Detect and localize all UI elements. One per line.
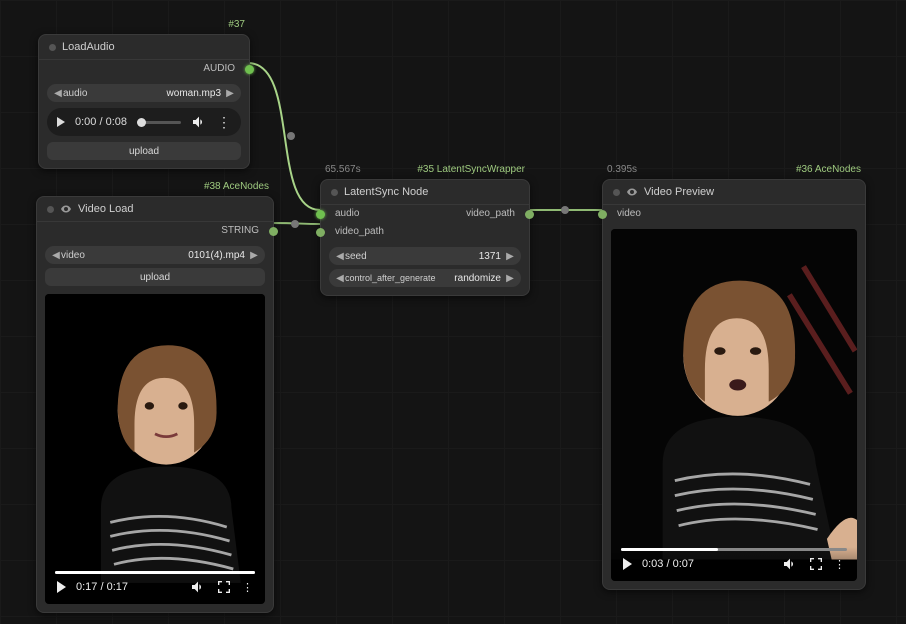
chevron-left-icon[interactable]: ◀ bbox=[51, 250, 61, 261]
audio-scrubber[interactable] bbox=[137, 121, 181, 124]
node-video-preview[interactable]: #36 AceNodes 0.395s Video Preview video bbox=[602, 179, 866, 590]
video-preview-source[interactable]: 0:17 / 0:17 ⋮ bbox=[45, 294, 265, 604]
node-id-tag: #37 bbox=[228, 19, 245, 30]
output-port-audio[interactable] bbox=[245, 65, 254, 74]
play-icon[interactable] bbox=[57, 581, 66, 593]
node-id-tag: #36 AceNodes bbox=[796, 164, 861, 175]
play-icon[interactable] bbox=[57, 117, 65, 127]
video-file-widget[interactable]: ◀ video 0101(4).mp4 ▶ bbox=[45, 246, 265, 264]
collapse-dot-icon[interactable] bbox=[47, 206, 54, 213]
chevron-right-icon[interactable]: ▶ bbox=[249, 250, 259, 261]
node-title: LatentSync Node bbox=[344, 186, 428, 198]
chevron-left-icon[interactable]: ◀ bbox=[335, 273, 345, 284]
node-video-load[interactable]: #38 AceNodes Video Load STRING ◀ video 0… bbox=[36, 196, 274, 613]
kebab-menu-icon[interactable]: ⋮ bbox=[217, 114, 231, 131]
chevron-right-icon[interactable]: ▶ bbox=[505, 251, 515, 262]
audio-player[interactable]: 0:00 / 0:08 ⋮ bbox=[47, 108, 241, 136]
input-label: video_path bbox=[335, 226, 384, 237]
play-icon[interactable] bbox=[623, 558, 632, 570]
input-label: video bbox=[617, 208, 641, 219]
chevron-right-icon[interactable]: ▶ bbox=[505, 273, 515, 284]
node-load-audio[interactable]: #37 LoadAudio AUDIO ◀ audio woman.mp3 ▶ … bbox=[38, 34, 250, 169]
node-latent-sync[interactable]: #35 LatentSyncWrapper 65.567s LatentSync… bbox=[320, 179, 530, 296]
node-title-bar[interactable]: LoadAudio bbox=[39, 35, 249, 60]
output-label: AUDIO bbox=[203, 63, 235, 74]
seed-widget[interactable]: ◀ seed 1371 ▶ bbox=[329, 247, 521, 265]
video-controls[interactable]: 0:03 / 0:07 ⋮ bbox=[611, 547, 857, 581]
collapse-dot-icon[interactable] bbox=[49, 44, 56, 51]
video-thumbnail-image bbox=[611, 229, 857, 560]
node-exec-time: 0.395s bbox=[607, 164, 637, 175]
video-scrubber[interactable] bbox=[621, 548, 847, 551]
input-port-audio[interactable] bbox=[316, 210, 325, 219]
node-title-bar[interactable]: Video Load bbox=[37, 197, 273, 222]
volume-icon[interactable] bbox=[782, 556, 798, 572]
input-label: audio bbox=[335, 208, 359, 219]
output-label: video_path bbox=[466, 208, 515, 219]
node-id-tag: #38 AceNodes bbox=[204, 181, 269, 192]
upload-button[interactable]: upload bbox=[45, 268, 265, 286]
node-title: Video Load bbox=[78, 203, 133, 215]
node-title: LoadAudio bbox=[62, 41, 115, 53]
video-thumbnail-image bbox=[45, 294, 265, 583]
output-port-string[interactable] bbox=[269, 227, 278, 236]
eye-icon[interactable] bbox=[626, 186, 638, 198]
collapse-dot-icon[interactable] bbox=[613, 189, 620, 196]
output-port-video-path[interactable] bbox=[525, 210, 534, 219]
node-exec-time: 65.567s bbox=[325, 164, 361, 175]
video-preview-output[interactable]: 0:03 / 0:07 ⋮ bbox=[611, 229, 857, 581]
control-after-generate-widget[interactable]: ◀ control_after_generate randomize ▶ bbox=[329, 269, 521, 287]
node-title-bar[interactable]: LatentSync Node bbox=[321, 180, 529, 205]
node-title-bar[interactable]: Video Preview bbox=[603, 180, 865, 205]
node-id-tag: #35 LatentSyncWrapper bbox=[417, 164, 525, 175]
fullscreen-icon[interactable] bbox=[808, 556, 824, 572]
collapse-dot-icon[interactable] bbox=[331, 189, 338, 196]
chevron-right-icon[interactable]: ▶ bbox=[225, 88, 235, 99]
audio-file-widget[interactable]: ◀ audio woman.mp3 ▶ bbox=[47, 84, 241, 102]
video-scrubber[interactable] bbox=[55, 571, 255, 574]
video-controls[interactable]: 0:17 / 0:17 ⋮ bbox=[45, 570, 265, 604]
kebab-menu-icon[interactable]: ⋮ bbox=[834, 558, 845, 571]
volume-icon[interactable] bbox=[191, 114, 207, 130]
video-time: 0:03 / 0:07 bbox=[642, 558, 694, 570]
audio-time: 0:00 / 0:08 bbox=[75, 116, 127, 128]
node-title: Video Preview bbox=[644, 186, 714, 198]
chevron-left-icon[interactable]: ◀ bbox=[53, 88, 63, 99]
video-time: 0:17 / 0:17 bbox=[76, 581, 128, 593]
eye-icon[interactable] bbox=[60, 203, 72, 215]
kebab-menu-icon[interactable]: ⋮ bbox=[242, 581, 253, 594]
fullscreen-icon[interactable] bbox=[216, 579, 232, 595]
volume-icon[interactable] bbox=[190, 579, 206, 595]
upload-button[interactable]: upload bbox=[47, 142, 241, 160]
chevron-left-icon[interactable]: ◀ bbox=[335, 251, 345, 262]
input-port-video-path[interactable] bbox=[316, 228, 325, 237]
output-label: STRING bbox=[221, 225, 259, 236]
input-port-video[interactable] bbox=[598, 210, 607, 219]
